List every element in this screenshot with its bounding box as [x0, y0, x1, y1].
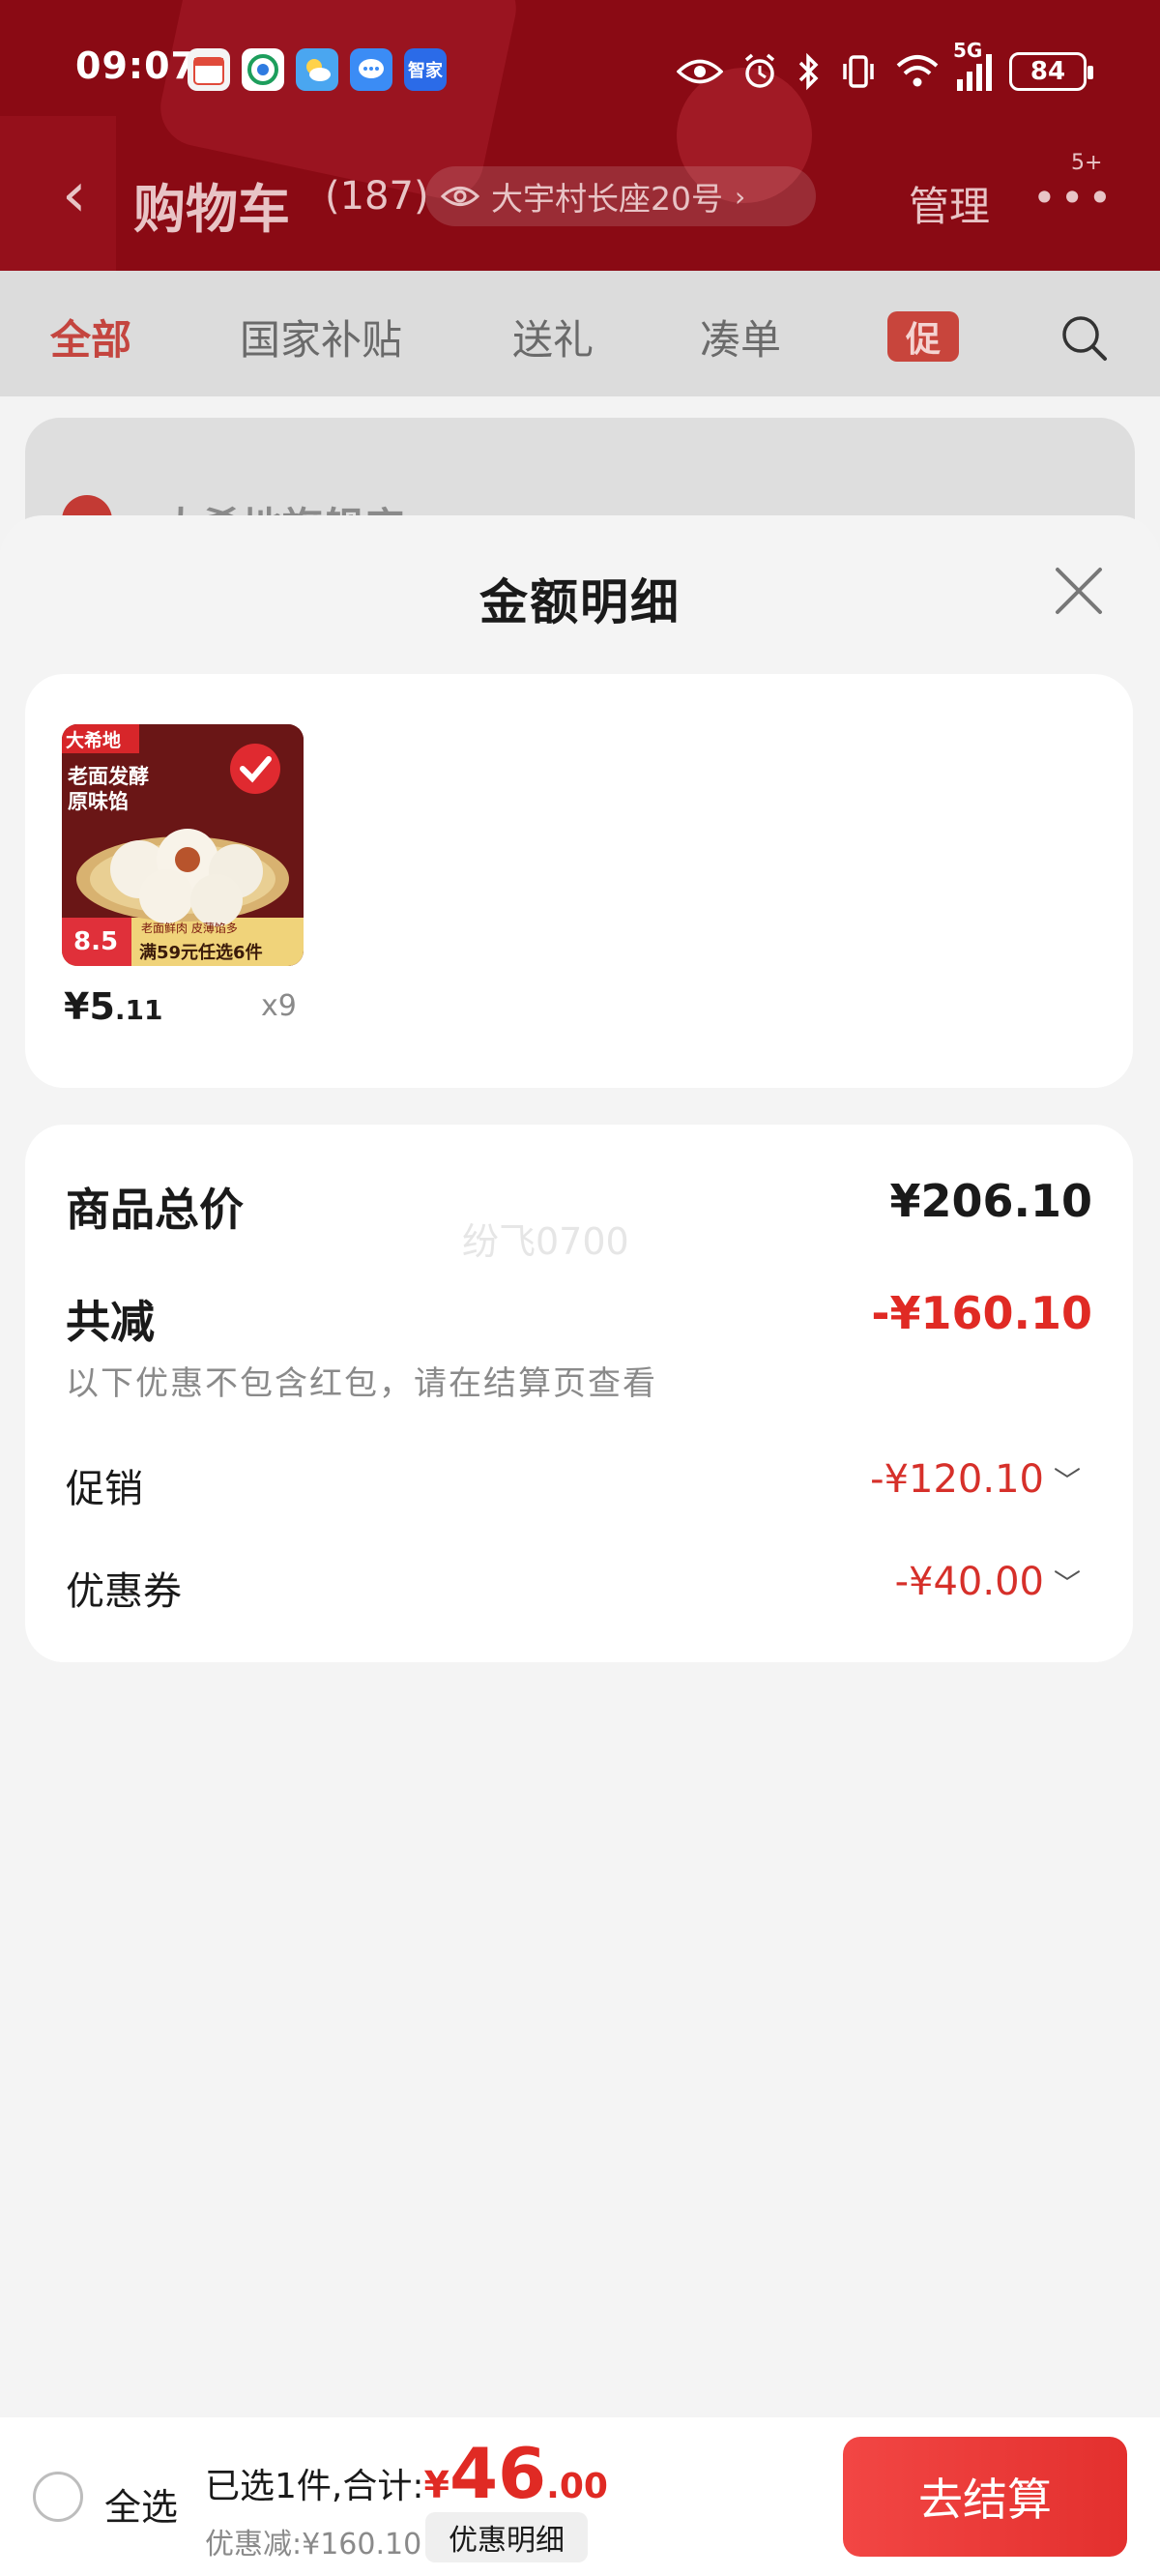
manage-button[interactable]: 管理 — [909, 174, 990, 233]
close-icon[interactable] — [1052, 564, 1106, 618]
back-chevron-icon[interactable]: ‹ — [62, 164, 87, 226]
sheet-title: 金额明细 — [479, 574, 681, 630]
delivery-address-selector[interactable]: 大宇村长座20号 › — [425, 166, 816, 226]
product-list-card: 大希地 老面发酵 原味馅 老面鲜肉 皮薄馅多 8.5 满59元任选6件 ¥5.1… — [25, 674, 1133, 1088]
selected-total: 已选1件,合计: ¥ 46 .00 — [205, 2439, 608, 2508]
cart-nav-bar: ‹ 购物车 (187) 大宇村长座20号 › 管理 ••• 5+ — [0, 145, 1160, 251]
coupon-value: -¥40.00 — [894, 1560, 1044, 1604]
cart-count: (187) — [325, 174, 429, 219]
weather-app-icon — [296, 48, 338, 91]
total-price-label: 商品总价 — [66, 1184, 244, 1236]
total-amount-decimal: .00 — [546, 2467, 608, 2506]
wifi-icon — [896, 55, 939, 87]
checkout-bar: 全选 已选1件,合计: ¥ 46 .00 优惠减:¥160.10 优惠明细 去结… — [0, 2417, 1160, 2576]
cart-filter-tabs: 全部 国家补贴 送礼 凑单 促 — [0, 271, 1160, 396]
red-packet-note: 以下优惠不包含红包，请在结算页查看 — [66, 1364, 657, 1403]
product-image-promo-text: 满59元任选6件 — [139, 943, 263, 963]
watermark: 纷飞0700 — [462, 1220, 629, 1263]
total-currency: ¥ — [423, 2464, 450, 2506]
checkout-button[interactable]: 去结算 — [843, 2437, 1127, 2557]
coupon-label: 优惠券 — [66, 1569, 182, 1614]
network-type: 5G — [953, 39, 983, 62]
price-decimal: .11 — [114, 994, 163, 1026]
alarm-icon — [744, 53, 775, 88]
eye-icon — [677, 59, 723, 84]
product-image-promo-price: 8.5 — [73, 927, 119, 956]
tab-all[interactable]: 全部 — [50, 307, 131, 366]
search-icon[interactable] — [1059, 313, 1110, 364]
total-reduction-value: -¥160.10 — [871, 1287, 1092, 1339]
battery-indicator: 84 — [1009, 52, 1093, 91]
price-detail-sheet: 金额明细 大希地 老面发酵 原味馅 老面鲜肉 皮薄馅多 8.5 满59元任选6件… — [0, 515, 1160, 2417]
chevron-down-icon: ﹀ — [1053, 1465, 1081, 1497]
chevron-right-icon: › — [735, 180, 746, 213]
price-integer: ¥5 — [64, 985, 115, 1028]
discount-amount: 优惠减:¥160.10 — [205, 2528, 422, 2561]
eye-icon — [441, 187, 479, 206]
calendar-app-icon — [188, 48, 230, 91]
product-thumbnail[interactable]: 大希地 老面发酵 原味馅 老面鲜肉 皮薄馅多 8.5 满59元任选6件 — [62, 724, 304, 966]
chevron-down-icon: ﹀ — [1053, 1567, 1081, 1599]
tab-national-subsidy[interactable]: 国家补贴 — [240, 307, 402, 366]
total-amount-integer: 46 — [449, 2433, 547, 2514]
more-badge: 5+ — [1071, 151, 1103, 175]
promotion-label: 促销 — [66, 1467, 143, 1511]
selected-count-text: 已选1件,合计: — [205, 2467, 424, 2506]
select-all-checkbox[interactable] — [33, 2472, 83, 2522]
status-time: 09:07 — [75, 44, 197, 87]
product-brand-label: 大希地 — [66, 730, 122, 751]
tab-bundle[interactable]: 凑单 — [700, 307, 781, 366]
tab-gifts[interactable]: 送礼 — [512, 307, 594, 366]
product-unit-price: ¥5.11 — [64, 985, 163, 1028]
status-bar: 09:07 智家 5G 84 — [0, 39, 1160, 106]
product-image-promo-small: 老面鲜肉 皮薄馅多 — [141, 922, 238, 935]
product-quantity: x9 — [261, 989, 297, 1023]
tab-promotion-badge[interactable]: 促 — [887, 311, 959, 362]
status-icons: 5G 84 — [677, 39, 1093, 99]
product-image-text-2: 原味馅 — [68, 790, 129, 813]
total-price-value: ¥206.10 — [889, 1175, 1092, 1227]
cellular-signal: 5G — [953, 39, 992, 91]
bluetooth-icon — [798, 52, 819, 91]
select-all-label[interactable]: 全选 — [104, 2477, 178, 2531]
page-title: 购物车 — [133, 179, 290, 240]
promotion-row-toggle[interactable]: -¥120.10 ﹀ — [870, 1457, 1081, 1502]
messages-app-icon — [350, 48, 392, 91]
mobile-carrier-app-icon — [242, 48, 284, 91]
total-reduction-label: 共减 — [66, 1296, 155, 1348]
vibrate-icon — [843, 55, 874, 88]
promotion-value: -¥120.10 — [870, 1457, 1044, 1502]
haier-smart-home-app-icon: 智家 — [404, 48, 447, 91]
more-options-icon[interactable]: ••• — [1032, 174, 1116, 221]
delivery-address: 大宇村长座20号 — [491, 180, 723, 218]
coupon-row-toggle[interactable]: -¥40.00 ﹀ — [895, 1560, 1081, 1604]
price-summary-card: 纷飞0700 商品总价 ¥206.10 共减 -¥160.10 以下优惠不包含红… — [25, 1125, 1133, 1662]
discount-detail-button[interactable]: 优惠明细 — [425, 2512, 588, 2562]
